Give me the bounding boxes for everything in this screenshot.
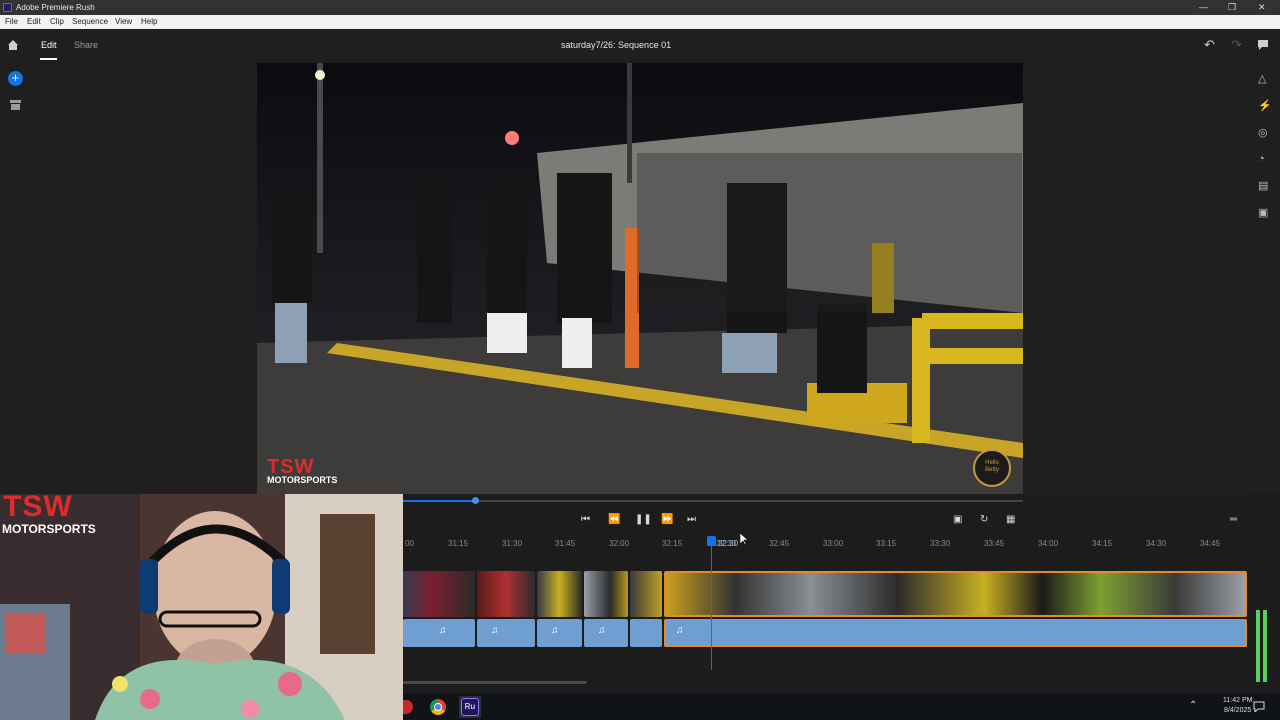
- music-note-icon: ♫: [491, 625, 499, 636]
- scrub-track[interactable]: [403, 500, 1023, 502]
- webcam-logo-mark: TSW: [3, 494, 73, 523]
- redo-icon[interactable]: ↷: [1231, 37, 1242, 53]
- menu-sequence[interactable]: Sequence: [72, 17, 108, 26]
- loop-icon[interactable]: ↻: [980, 514, 988, 525]
- ruler-tick: 00: [405, 539, 414, 548]
- chrome-icon-center: [434, 703, 442, 711]
- audio-clip[interactable]: ♫: [403, 619, 475, 647]
- playhead-line: [711, 546, 712, 670]
- export-icon[interactable]: △: [1258, 72, 1266, 85]
- music-note-icon: ♫: [676, 625, 684, 636]
- ruler-tick: 31:45: [555, 539, 576, 548]
- audio-meter-right: [1263, 610, 1267, 682]
- fit-to-frame-icon[interactable]: ▣: [953, 514, 962, 525]
- video-frame: [257, 63, 1023, 494]
- project-assets-icon[interactable]: [10, 100, 21, 110]
- go-to-start-icon[interactable]: ⏮: [581, 514, 590, 525]
- ruler-tick: 33:45: [984, 539, 1005, 548]
- notifications-icon[interactable]: [1253, 701, 1265, 712]
- clock-time[interactable]: 11:42 PM: [1223, 697, 1252, 704]
- ruler-tick: 32:00: [609, 539, 630, 548]
- ruler-tick: 31:15: [448, 539, 469, 548]
- ruler-tick: 32:45: [769, 539, 790, 548]
- menu-clip[interactable]: Clip: [50, 17, 64, 26]
- ruler-tick: 34:15: [1092, 539, 1113, 548]
- ruler-tick: 33:30: [930, 539, 951, 548]
- menu-help[interactable]: Help: [141, 17, 157, 26]
- music-note-icon: ♫: [598, 625, 606, 636]
- audio-clip[interactable]: ♫: [537, 619, 582, 647]
- ruler-tick: 33:00: [823, 539, 844, 548]
- webcam-logo-text: MOTORSPORTS: [2, 522, 96, 536]
- restore-icon[interactable]: ❐: [1228, 2, 1236, 13]
- audio-clip[interactable]: ♫: [477, 619, 535, 647]
- video-clip[interactable]: [537, 571, 582, 617]
- video-preview[interactable]: TSW MOTORSPORTS Hello Betty: [257, 63, 1023, 494]
- audio-icon[interactable]: ▤: [1258, 179, 1268, 192]
- menu-bar: File Edit Clip Sequence View Help: [0, 15, 1280, 29]
- step-forward-icon[interactable]: ⏩: [661, 514, 673, 525]
- ruler-tick: 33:15: [876, 539, 897, 548]
- video-clip-selected[interactable]: [664, 571, 1247, 617]
- ruler-tick: 34:30: [1146, 539, 1167, 548]
- home-icon[interactable]: [7, 39, 19, 50]
- pause-icon[interactable]: ❚❚: [635, 514, 652, 525]
- scrub-handle[interactable]: [472, 497, 479, 504]
- minimize-icon[interactable]: —: [1199, 2, 1208, 12]
- right-sidebar: △ ⚡ ◎ ◔ ▤ ▣: [1248, 61, 1280, 494]
- left-sidebar: +: [0, 61, 34, 494]
- mouse-cursor-icon: [740, 533, 748, 545]
- close-icon[interactable]: ✕: [1258, 2, 1266, 13]
- video-clip[interactable]: [630, 571, 662, 617]
- title-bar: Adobe Premiere Rush — ❐ ✕: [0, 0, 1280, 15]
- ruler-tick: 32:15: [662, 539, 683, 548]
- timeline-menu-icon[interactable]: ═: [1230, 514, 1237, 525]
- audio-clip-selected[interactable]: ♫: [664, 619, 1247, 647]
- transitions-icon[interactable]: ⚡: [1258, 99, 1272, 112]
- window-title: Adobe Premiere Rush: [16, 3, 95, 12]
- menu-file[interactable]: File: [5, 17, 18, 26]
- music-note-icon: ♫: [439, 625, 447, 636]
- active-tab-indicator: [40, 58, 57, 60]
- premiere-rush-icon[interactable]: Ru: [461, 698, 479, 716]
- preview-watermark-text: MOTORSPORTS: [267, 475, 338, 485]
- hello-betty-badge: Hello Betty: [985, 460, 999, 473]
- app-header: Edit Share saturday7/26: Sequence 01 ↶ ↷: [0, 29, 1280, 61]
- tab-share[interactable]: Share: [74, 40, 98, 50]
- playhead-handle[interactable]: [707, 536, 716, 546]
- menu-view[interactable]: View: [115, 17, 132, 26]
- add-media-icon[interactable]: +: [8, 71, 23, 86]
- app-icon-partial[interactable]: [403, 700, 413, 714]
- ruler-tick: 31:30: [502, 539, 523, 548]
- crop-icon[interactable]: ▣: [1258, 206, 1268, 219]
- video-clip[interactable]: [584, 571, 628, 617]
- taskbar: Ru ⌃ 11:42 PM 8/4/2025: [403, 694, 1280, 720]
- video-clip[interactable]: [477, 571, 535, 617]
- clock-date[interactable]: 8/4/2025: [1224, 707, 1251, 714]
- sequence-title: saturday7/26: Sequence 01: [561, 40, 672, 50]
- audio-meter-left: [1256, 610, 1260, 682]
- timeline-scrollbar[interactable]: [403, 681, 587, 684]
- playhead-time: 32:30: [718, 539, 739, 548]
- ruler-tick: 34:45: [1200, 539, 1221, 548]
- music-note-icon: ♫: [551, 625, 559, 636]
- audio-clip[interactable]: ♫: [584, 619, 628, 647]
- undo-icon[interactable]: ↶: [1204, 37, 1215, 53]
- scrub-progress: [403, 500, 475, 502]
- audio-clip[interactable]: [630, 619, 662, 647]
- webcam-overlay: TSW MOTORSPORTS: [0, 494, 403, 720]
- app-logo-icon: [3, 3, 12, 12]
- video-clip[interactable]: [403, 571, 475, 617]
- step-back-icon[interactable]: ⏪: [608, 514, 620, 525]
- tab-edit[interactable]: Edit: [41, 40, 57, 50]
- fullscreen-icon[interactable]: ▦: [1006, 514, 1015, 525]
- color-icon[interactable]: ◎: [1258, 126, 1268, 139]
- ruler-tick: 34:00: [1038, 539, 1059, 548]
- menu-edit[interactable]: Edit: [27, 17, 41, 26]
- go-to-end-icon[interactable]: ⏭: [687, 514, 696, 525]
- speed-icon[interactable]: ◔: [1258, 153, 1265, 165]
- tray-chevron-icon[interactable]: ⌃: [1189, 700, 1197, 711]
- comments-icon[interactable]: [1257, 39, 1269, 50]
